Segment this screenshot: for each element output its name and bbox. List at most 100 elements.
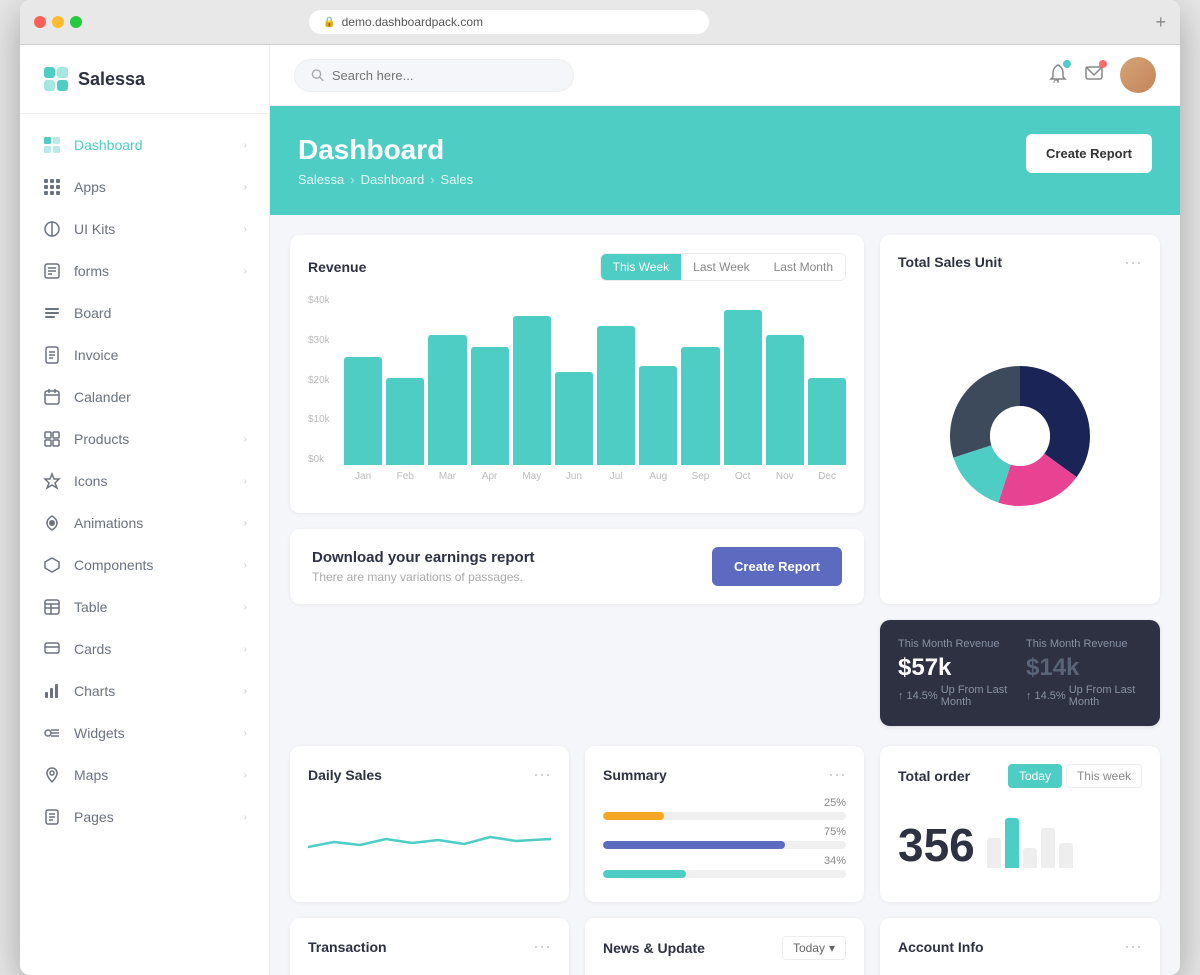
y-label-40k: $40k	[308, 295, 330, 306]
url-bar[interactable]: 🔒 demo.dashboardpack.com	[309, 10, 709, 34]
bar-fill-1	[603, 812, 664, 820]
tab-last-week[interactable]: Last Week	[681, 254, 761, 280]
table-icon	[42, 597, 62, 617]
x-label-Nov: Nov	[766, 471, 804, 482]
chart-y-labels: $40k $30k $20k $10k $0k	[308, 295, 330, 465]
revenue-bar-10	[766, 335, 804, 465]
summary-title: Summary	[603, 767, 667, 783]
sidebar-item-pages[interactable]: Pages ›	[20, 796, 269, 838]
summary-bar-2: 75%	[603, 826, 846, 849]
sidebar-item-uikits[interactable]: UI Kits ›	[20, 208, 269, 250]
sidebar-item-widgets[interactable]: Widgets ›	[20, 712, 269, 754]
main-content: Dashboard Salessa › Dashboard › Sales Cr…	[270, 45, 1180, 975]
order-title: Total order	[898, 768, 970, 784]
news-filter-button[interactable]: Today ▾	[782, 936, 846, 960]
breadcrumb-salessa: Salessa	[298, 172, 344, 187]
topbar	[270, 45, 1180, 106]
revenue-bar-6	[597, 326, 635, 466]
pages-icon	[42, 807, 62, 827]
earnings-create-report-button[interactable]: Create Report	[712, 547, 842, 586]
sidebar: Salessa Dashboard › Apps ›	[20, 45, 270, 975]
tab-this-week[interactable]: This Week	[601, 254, 681, 280]
sales-menu-button[interactable]: ···	[1124, 253, 1142, 271]
close-dot[interactable]	[34, 16, 46, 28]
transaction-card: Transaction ··· ⚡ Electricity Bill	[290, 918, 569, 975]
sidebar-item-apps[interactable]: Apps ›	[20, 166, 269, 208]
sidebar-item-calander[interactable]: Calander	[20, 376, 269, 418]
sidebar-item-products[interactable]: Products ›	[20, 418, 269, 460]
x-label-Oct: Oct	[724, 471, 762, 482]
stat-right-title: This Month Revenue	[1026, 638, 1142, 650]
create-report-button[interactable]: Create Report	[1026, 134, 1152, 173]
sidebar-item-label: forms	[74, 263, 109, 279]
maximize-dot[interactable]	[70, 16, 82, 28]
sidebar-logo: Salessa	[20, 45, 269, 114]
mini-bar-4	[1041, 828, 1055, 868]
invoice-icon	[42, 345, 62, 365]
calendar-icon	[42, 387, 62, 407]
revenue-bar-11	[808, 378, 846, 465]
sidebar-item-label: Cards	[74, 641, 111, 657]
stat-right-change: ↑ 14.5% Up From Last Month	[1026, 684, 1142, 708]
daily-sales-menu[interactable]: ···	[533, 764, 551, 785]
first-row: Revenue This Week Last Week Last Month $…	[270, 215, 1180, 746]
news-header: News & Update Today ▾	[603, 936, 846, 960]
minimize-dot[interactable]	[52, 16, 64, 28]
daily-sales-title: Daily Sales	[308, 767, 382, 783]
sidebar-item-dashboard[interactable]: Dashboard ›	[20, 124, 269, 166]
icons-icon	[42, 471, 62, 491]
board-icon	[42, 303, 62, 323]
mail-button[interactable]	[1084, 63, 1104, 88]
sidebar-item-label: Apps	[74, 179, 106, 195]
sales-card-header: Total Sales Unit ···	[898, 253, 1142, 271]
sidebar-item-components[interactable]: Components ›	[20, 544, 269, 586]
notification-badge	[1063, 60, 1071, 68]
components-icon	[42, 555, 62, 575]
page-title: Dashboard	[298, 134, 473, 166]
account-card: Account Info ··· Monthly Plan $25	[880, 918, 1160, 975]
search-box	[294, 59, 574, 92]
account-header: Account Info ···	[898, 936, 1142, 957]
account-menu[interactable]: ···	[1124, 936, 1142, 957]
widgets-icon	[42, 723, 62, 743]
sidebar-item-forms[interactable]: forms ›	[20, 250, 269, 292]
stats-dark-card: This Month Revenue $57k ↑ 14.5% Up From …	[880, 620, 1160, 726]
dashboard-icon	[42, 135, 62, 155]
order-tab-this-week[interactable]: This week	[1066, 764, 1142, 788]
breadcrumb-dashboard: Dashboard	[361, 172, 425, 187]
x-label-May: May	[513, 471, 551, 482]
summary-menu[interactable]: ···	[828, 764, 846, 785]
sidebar-item-animations[interactable]: Animations ›	[20, 502, 269, 544]
sidebar-item-icons[interactable]: Icons ›	[20, 460, 269, 502]
sidebar-item-label: Icons	[74, 473, 107, 489]
user-avatar[interactable]	[1120, 57, 1156, 93]
tab-last-month[interactable]: Last Month	[762, 254, 845, 280]
order-mini-bars	[987, 808, 1073, 868]
sidebar-item-table[interactable]: Table ›	[20, 586, 269, 628]
sidebar-item-charts[interactable]: Charts ›	[20, 670, 269, 712]
summary-bar-3: 34%	[603, 855, 846, 878]
summary-bars: 25% 75% 34%	[603, 797, 846, 878]
lock-icon: 🔒	[323, 17, 335, 28]
new-tab-button[interactable]: +	[1155, 12, 1166, 33]
dashboard-header: Dashboard Salessa › Dashboard › Sales Cr…	[270, 106, 1180, 215]
revenue-card: Revenue This Week Last Week Last Month $…	[290, 235, 864, 513]
nav-arrow-pages: ›	[244, 812, 247, 823]
earnings-title: Download your earnings report	[312, 549, 535, 566]
sidebar-item-board[interactable]: Board	[20, 292, 269, 334]
sidebar-item-invoice[interactable]: Invoice	[20, 334, 269, 376]
notification-button[interactable]	[1048, 63, 1068, 88]
search-input[interactable]	[332, 68, 557, 83]
sidebar-item-maps[interactable]: Maps ›	[20, 754, 269, 796]
y-label-10k: $10k	[308, 414, 330, 425]
order-tab-today[interactable]: Today	[1008, 764, 1062, 788]
avatar-image	[1120, 57, 1156, 93]
summary-card: Summary ··· 25% 75%	[585, 746, 864, 902]
charts-icon	[42, 681, 62, 701]
mini-bar-5	[1059, 843, 1073, 868]
dashboard-header-left: Dashboard Salessa › Dashboard › Sales	[298, 134, 473, 187]
x-label-Jun: Jun	[555, 471, 593, 482]
sales-title: Total Sales Unit	[898, 254, 1002, 270]
transaction-menu[interactable]: ···	[533, 936, 551, 957]
sidebar-item-cards[interactable]: Cards ›	[20, 628, 269, 670]
